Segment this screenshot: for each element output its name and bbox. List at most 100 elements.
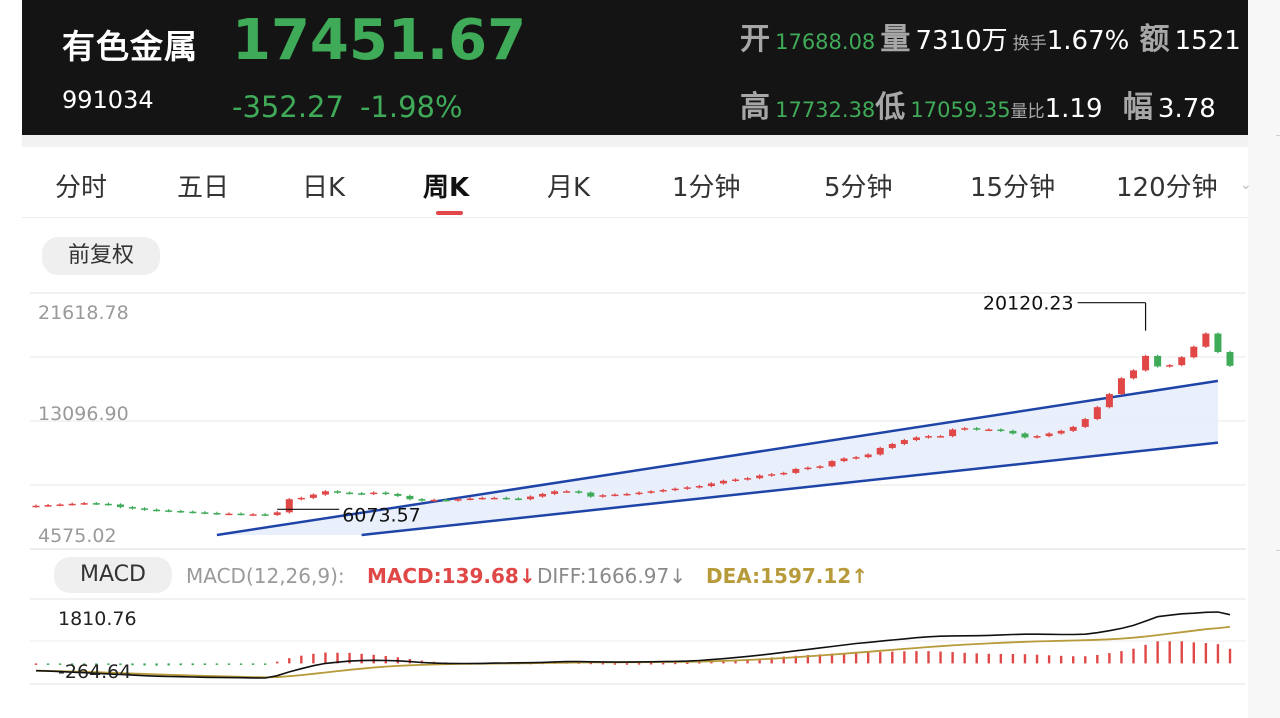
- candle-body: [949, 429, 957, 437]
- macd-bar: [1011, 654, 1015, 664]
- candle-body: [623, 493, 631, 496]
- candle-body: [1045, 433, 1053, 437]
- macd-bar: [915, 651, 918, 664]
- macd-bar: [1216, 644, 1220, 664]
- arrow-down-icon: ↓: [518, 564, 536, 588]
- candle-body: [92, 503, 100, 505]
- macd-bar: [1047, 655, 1051, 664]
- macd-bar: [854, 652, 858, 664]
- macd-bar: [975, 653, 978, 664]
- macd-bar: [1168, 641, 1171, 664]
- macd-bar: [1228, 648, 1232, 664]
- candle-body: [116, 504, 124, 508]
- candle-body: [852, 457, 860, 459]
- candle-body: [683, 487, 691, 489]
- macd-bar: [649, 663, 653, 665]
- candle-body: [937, 436, 945, 438]
- macd-bar: [179, 663, 182, 666]
- candle-body: [1226, 351, 1234, 366]
- candle-body: [659, 489, 667, 492]
- candle-body: [864, 454, 872, 458]
- candle-body: [611, 494, 619, 497]
- macd-bar: [227, 663, 231, 665]
- macd-y-top: 1810.76: [58, 608, 137, 630]
- candle-body: [587, 492, 595, 497]
- candle-body: [768, 474, 776, 476]
- candle-body: [237, 513, 245, 516]
- candle-body: [502, 497, 510, 500]
- candle-body: [647, 491, 655, 493]
- candle-body: [563, 491, 571, 493]
- candle-body: [478, 497, 486, 500]
- candle-body: [1033, 436, 1041, 438]
- candle-body: [321, 491, 329, 495]
- macd-bar: [131, 663, 134, 666]
- macd-bar: [1120, 651, 1123, 664]
- candle-body: [442, 499, 450, 502]
- y-tick-mid: 13096.90: [38, 403, 129, 425]
- dea-value: DEA:1597.12↑: [706, 564, 868, 588]
- candle-body: [526, 496, 534, 500]
- macd-bar: [1132, 648, 1135, 664]
- macd-bar: [1108, 653, 1111, 664]
- macd-value: MACD:139.68↓: [367, 564, 536, 588]
- indicator-selector[interactable]: MACD: [54, 557, 172, 593]
- macd-lines: [35, 611, 1231, 679]
- candle-body: [888, 443, 896, 448]
- candle-body: [551, 491, 559, 494]
- macd-bar: [215, 663, 219, 665]
- arrow-up-icon: ↑: [851, 564, 868, 588]
- macd-y-bottom: -264.64: [58, 661, 131, 683]
- candle-body: [732, 479, 740, 481]
- y-tick-top: 21618.78: [38, 302, 129, 324]
- candle-body: [744, 478, 752, 480]
- candle-body: [466, 498, 474, 501]
- candle-body: [56, 504, 64, 506]
- candle-body: [1214, 333, 1222, 352]
- candle-body: [32, 505, 40, 508]
- candle-body: [370, 492, 378, 495]
- candle-body: [1166, 365, 1174, 367]
- candle-body: [430, 499, 438, 502]
- macd-bar: [239, 663, 243, 665]
- candle-body: [1178, 357, 1186, 366]
- macd-bar: [1180, 641, 1183, 664]
- candle-body: [406, 495, 414, 500]
- macd-bar: [1023, 654, 1027, 664]
- candle-body: [756, 475, 764, 479]
- macd-bar: [999, 653, 1003, 664]
- macd-bar: [360, 653, 363, 664]
- candle-body: [804, 467, 812, 470]
- macd-bar: [300, 655, 303, 664]
- macd-bar: [191, 663, 194, 666]
- kline-chart: 20120.23 6073.57 21618.78 13096.90 4575.0…: [30, 292, 1246, 685]
- candle-body: [490, 497, 498, 500]
- candle-body: [961, 428, 969, 430]
- candle-body: [153, 509, 161, 512]
- candle-body: [104, 503, 112, 506]
- candle-body: [599, 495, 607, 497]
- macd-bar: [34, 663, 38, 665]
- macd-params: MACD(12,26,9):: [186, 564, 345, 588]
- candle-body: [165, 510, 173, 512]
- candle-body: [189, 511, 197, 514]
- macd-bar: [674, 662, 677, 665]
- macd-bar: [1096, 654, 1099, 664]
- macd-bar: [46, 663, 50, 665]
- candle-body: [141, 508, 149, 510]
- macd-bar: [143, 663, 146, 666]
- candle-body: [828, 461, 836, 467]
- candle-body: [225, 513, 233, 516]
- candle-body: [394, 493, 402, 496]
- macd-bar: [203, 663, 207, 666]
- candle-body: [707, 483, 715, 487]
- macd-bar: [661, 662, 665, 665]
- macd-bar: [963, 652, 966, 664]
- candle-body: [1154, 355, 1162, 367]
- candle-body: [201, 512, 209, 514]
- max-price-label: 20120.23: [983, 293, 1074, 315]
- y-tick-bottom: 4575.02: [38, 525, 117, 547]
- candle-body: [1142, 355, 1150, 371]
- macd-bar: [1156, 641, 1159, 664]
- candle-body: [261, 514, 269, 516]
